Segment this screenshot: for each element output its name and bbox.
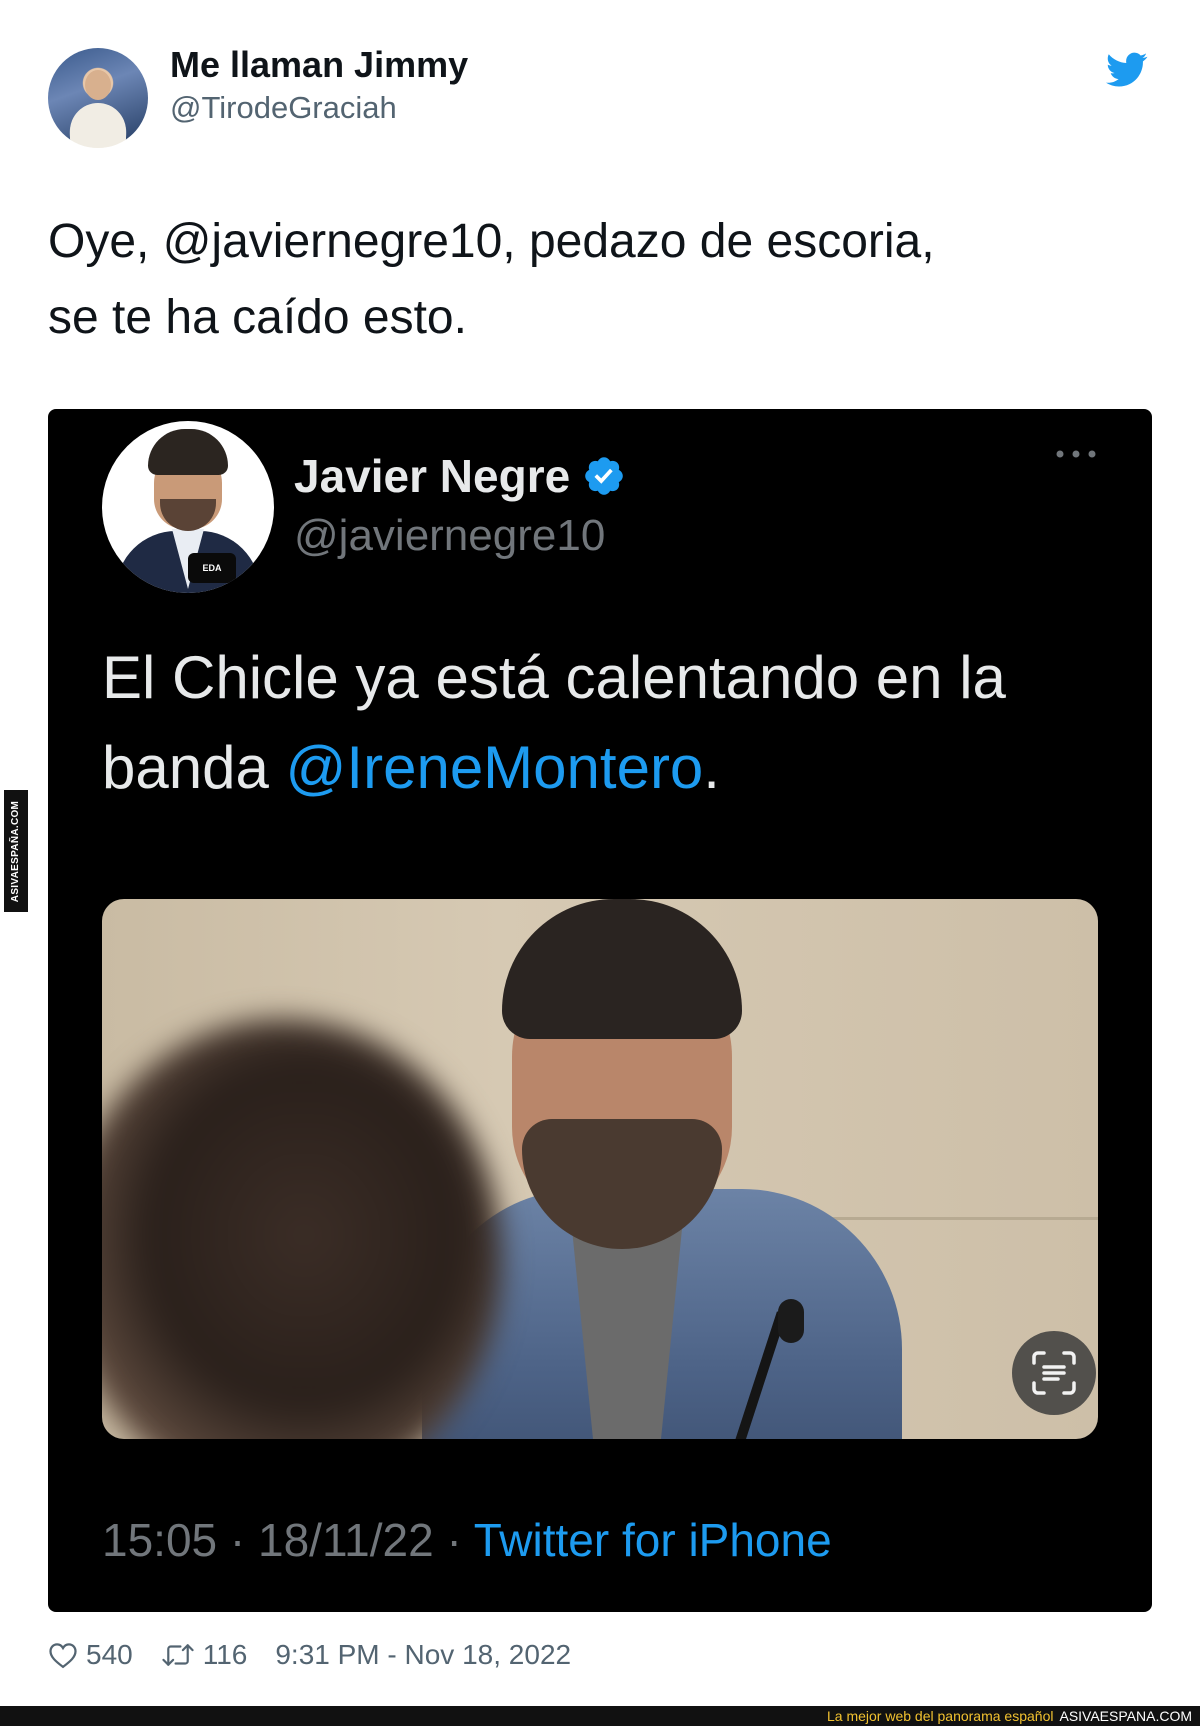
retweet-count: 116 [202, 1639, 248, 1670]
embedded-time: 15:05 [102, 1514, 218, 1566]
embedded-tweet-text: El Chicle ya está calentando en la banda… [102, 633, 1112, 813]
embedded-tweet-image[interactable]: EDA Javier Negre @javiernegre10 El Chicl… [48, 409, 1152, 1612]
author-display-name[interactable]: Me llaman Jimmy [170, 44, 468, 86]
embedded-source: Twitter for iPhone [473, 1514, 832, 1566]
embedded-mention: @IreneMontero [285, 734, 704, 801]
embedded-tweet-meta: 15:05 · 18/11/22 · Twitter for iPhone [102, 1513, 832, 1567]
meta-separator: · [433, 1514, 474, 1566]
tweet-text-part2: , pedazo de escoria, [502, 215, 935, 268]
more-options-icon [1056, 450, 1096, 458]
tweet-metrics: 540 116 9:31 PM - Nov 18, 2022 [48, 1638, 571, 1672]
side-watermark: ASIVAESPAÑA.COM [4, 790, 28, 912]
meta-separator: · [217, 1514, 259, 1566]
like-count: 540 [86, 1639, 133, 1670]
tweet-screenshot: ASIVAESPAÑA.COM Me llaman Jimmy @TirodeG… [0, 0, 1200, 1726]
embedded-author-name: Javier Negre [294, 450, 571, 502]
embedded-photo [102, 899, 1098, 1439]
side-watermark-text: ASIVAESPAÑA.COM [10, 800, 22, 902]
tweet-timestamp[interactable]: 9:31 PM - Nov 18, 2022 [275, 1639, 571, 1671]
verified-badge-icon [585, 457, 623, 495]
author-handle[interactable]: @TirodeGraciah [170, 90, 397, 126]
tweet-text-part1: Oye, [48, 215, 163, 268]
embedded-author-name-row: Javier Negre [294, 449, 626, 503]
embedded-text-part2: . [703, 734, 720, 801]
site-footer-bar: La mejor web del panorama español ASIVAE… [0, 1706, 1200, 1726]
tweet-mention-link[interactable]: @javiernegre10 [163, 215, 503, 268]
embedded-date: 18/11/22 [258, 1514, 434, 1566]
avatar-microphone: EDA [188, 553, 236, 583]
author-avatar[interactable] [48, 48, 148, 148]
tweet-text: Oye, @javiernegre10, pedazo de escoria, … [48, 204, 1158, 356]
twitter-bird-icon[interactable] [1106, 52, 1148, 88]
heart-icon [49, 1643, 77, 1669]
retweet-icon [162, 1644, 194, 1666]
site-tagline: La mejor web del panorama español [827, 1708, 1054, 1724]
site-name[interactable]: ASIVAESPANA.COM [1059, 1708, 1192, 1724]
embedded-author-handle: @javiernegre10 [294, 511, 606, 560]
scan-text-icon [1012, 1331, 1096, 1415]
tweet-text-line2: se te ha caído esto. [48, 291, 467, 344]
embedded-author-avatar: EDA [102, 421, 274, 593]
like-button[interactable]: 540 [48, 1639, 133, 1671]
retweet-button[interactable]: 116 [161, 1639, 248, 1671]
